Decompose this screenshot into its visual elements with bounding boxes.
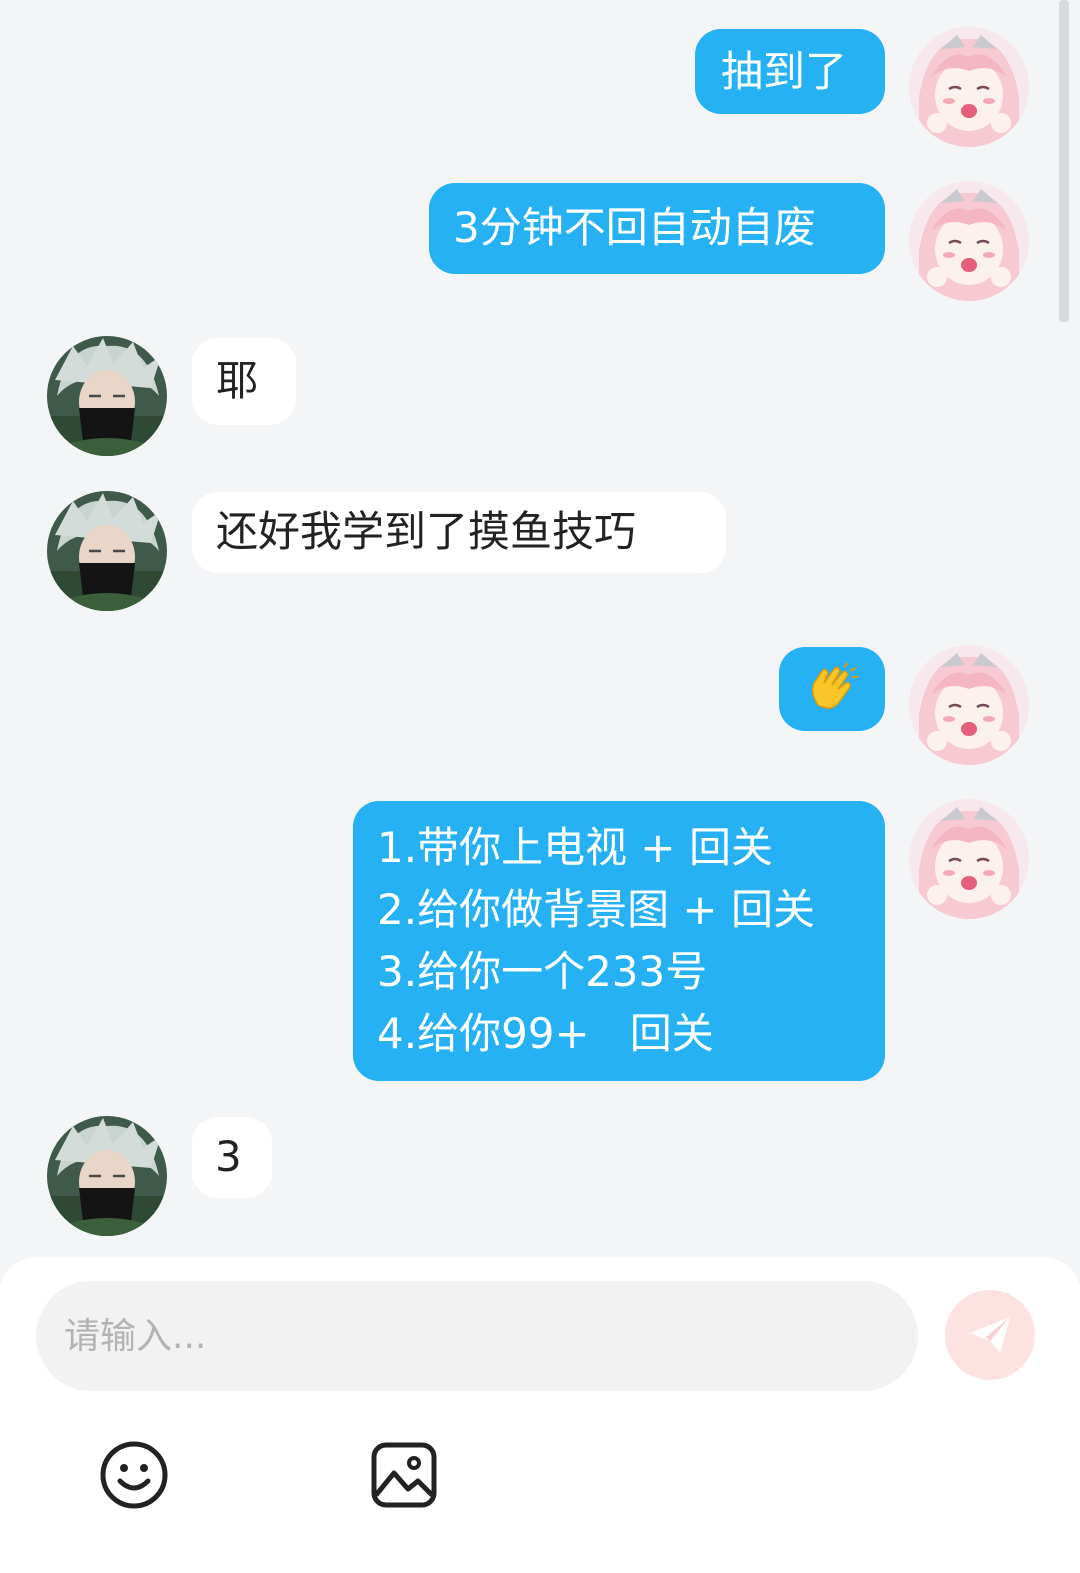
message-input[interactable]	[36, 1281, 918, 1391]
message-line: 2.给你做背景图 + 回关	[377, 885, 815, 934]
masked-ninja-avatar[interactable]	[47, 336, 167, 456]
message-text: 耶	[216, 356, 259, 405]
message-bubble-other[interactable]: 3	[192, 1117, 272, 1198]
image-button[interactable]	[368, 1439, 440, 1511]
message-composer	[0, 1257, 1080, 1573]
message-bubble-self[interactable]: 3分钟不回自动自废	[429, 183, 885, 274]
anime-girl-avatar[interactable]	[909, 645, 1029, 765]
chat-screen: 抽到了 3分钟不回自动自废 耶 还好我学到了摸鱼技巧 1.带你上电视 + 回关 …	[0, 0, 1080, 1573]
message-bubble-other[interactable]: 还好我学到了摸鱼技巧	[192, 492, 726, 573]
masked-ninja-avatar[interactable]	[47, 491, 167, 611]
scrollbar[interactable]	[1059, 0, 1069, 322]
paper-plane-icon	[966, 1311, 1014, 1359]
clapping-hands-icon	[804, 661, 860, 717]
message-line: 4.给你99+ 回关	[377, 1009, 714, 1058]
message-text: 3	[215, 1132, 242, 1181]
message-bubble-other[interactable]: 耶	[192, 338, 296, 425]
message-text: 还好我学到了摸鱼技巧	[216, 507, 637, 556]
send-button[interactable]	[945, 1290, 1035, 1380]
anime-girl-avatar[interactable]	[909, 181, 1029, 301]
anime-girl-avatar[interactable]	[909, 799, 1029, 919]
message-text: 3分钟不回自动自废	[453, 203, 816, 252]
masked-ninja-avatar[interactable]	[47, 1116, 167, 1236]
anime-girl-avatar[interactable]	[909, 27, 1029, 147]
emoji-icon	[98, 1439, 170, 1511]
emoji-button[interactable]	[98, 1439, 170, 1511]
message-bubble-self[interactable]: 1.带你上电视 + 回关 2.给你做背景图 + 回关 3.给你一个233号 4.…	[353, 801, 885, 1081]
message-line: 1.带你上电视 + 回关	[377, 823, 773, 872]
image-icon	[368, 1439, 440, 1511]
message-text: 抽到了	[721, 47, 848, 96]
message-bubble-self[interactable]	[779, 647, 885, 731]
message-bubble-self[interactable]: 抽到了	[695, 29, 885, 114]
message-line: 3.给你一个233号	[377, 947, 708, 996]
